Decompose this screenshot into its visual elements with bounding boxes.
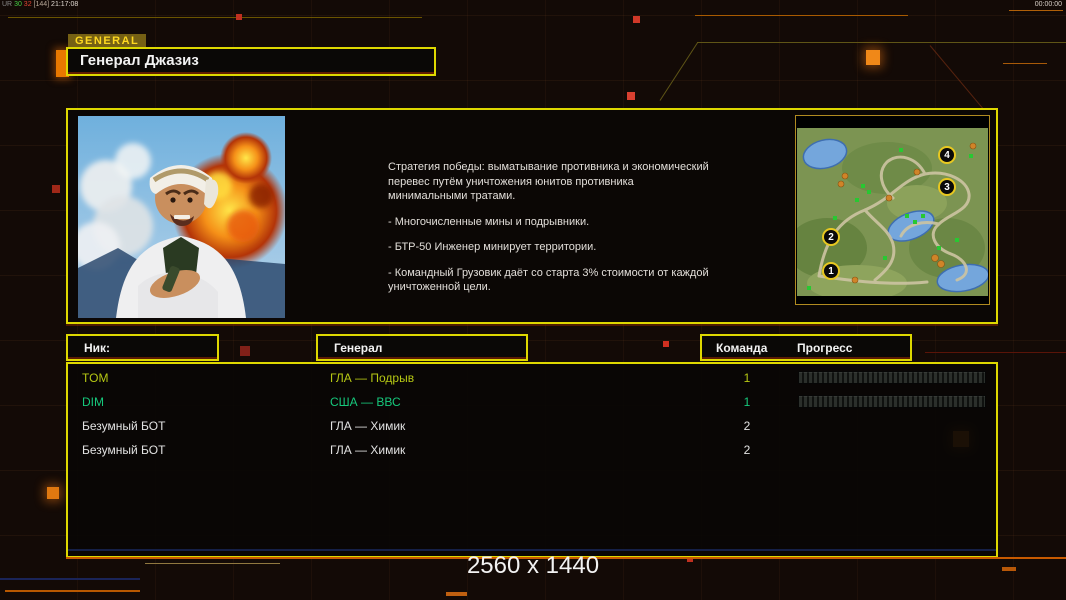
player-nick: Безумный БОТ (82, 414, 165, 438)
player-general: ГЛА — Химик (330, 414, 405, 438)
minimap-start-position-1: 1 (822, 262, 840, 280)
table-row: TOM ГЛА — Подрыв 1 (68, 366, 996, 390)
player-nick: Безумный БОТ (82, 438, 165, 462)
player-progress-bar (798, 395, 986, 408)
decor-line (0, 578, 140, 580)
nick-header-label: Ник: (84, 341, 110, 355)
column-header-nick: Ник: (66, 334, 219, 361)
decor-line (145, 563, 280, 564)
minimap-start-position-3: 3 (938, 178, 956, 196)
debug-segment: 30 (14, 1, 24, 8)
player-rows: TOM ГЛА — Подрыв 1 DIM США — ВВС 1 Безум… (68, 366, 996, 462)
decor-square (1002, 567, 1016, 571)
debug-segment: 21:17:08 (51, 1, 78, 8)
progress-header-label: Прогресс (797, 341, 852, 355)
player-team: 1 (707, 366, 787, 390)
decor-square (47, 487, 59, 499)
general-title-box: Генерал Джазиз (66, 47, 436, 76)
player-general: ГЛА — Химик (330, 438, 405, 462)
minimap: 1 2 3 4 (795, 115, 990, 305)
decor-square (240, 346, 250, 356)
decor-square (866, 50, 880, 65)
decor-square (633, 16, 640, 23)
decor-square (236, 14, 242, 20)
strategy-paragraph: - БТР-50 Инженер минирует территории. (388, 240, 712, 255)
decor-square (627, 92, 635, 100)
loading-screen: UR 30 32 [144] 21:17:08 00:00:00 GENERAL… (0, 0, 1066, 600)
column-header-general: Генерал (316, 334, 528, 361)
column-header-team-progress: Команда Прогресс (700, 334, 912, 361)
decor-square (663, 341, 669, 347)
minimap-start-position-4: 4 (938, 146, 956, 164)
decor-line (660, 42, 698, 100)
player-nick: TOM (82, 366, 108, 390)
decor-line (68, 549, 996, 551)
player-nick: DIM (82, 390, 104, 414)
strategy-paragraph: Стратегия победы: выматывание противника… (388, 160, 712, 204)
decor-line (697, 42, 1066, 43)
strategy-description: Стратегия победы: выматывание противника… (388, 160, 712, 306)
player-progress-bar (798, 371, 986, 384)
player-general: США — ВВС (330, 390, 401, 414)
decor-square (446, 592, 467, 596)
player-team: 2 (707, 414, 787, 438)
player-general: ГЛА — Подрыв (330, 366, 414, 390)
player-table-panel: TOM ГЛА — Подрыв 1 DIM США — ВВС 1 Безум… (66, 362, 998, 558)
table-row: Безумный БОТ ГЛА — Химик 2 (68, 414, 996, 438)
general-header-label: Генерал (334, 341, 382, 355)
decor-square (52, 185, 60, 193)
decor-line (695, 15, 908, 16)
game-timer: 00:00:00 (1035, 1, 1062, 8)
decor-line (1003, 63, 1047, 64)
page-title: Генерал Джазиз (80, 52, 434, 69)
decor-line (5, 590, 140, 592)
table-row: DIM США — ВВС 1 (68, 390, 996, 414)
resolution-label: 2560 x 1440 (400, 552, 666, 580)
strategy-paragraph: - Командный Грузовик даёт со старта 3% с… (388, 266, 712, 295)
player-team: 1 (707, 390, 787, 414)
debug-segment: UR (2, 1, 14, 8)
strategy-paragraph: - Многочисленные мины и подрывники. (388, 215, 712, 230)
general-info-panel: Стратегия победы: выматывание противника… (66, 108, 998, 324)
decor-line (925, 352, 1066, 353)
minimap-start-position-2: 2 (822, 228, 840, 246)
debug-segment: [144] (34, 1, 52, 8)
team-header-label: Команда (716, 341, 767, 355)
general-portrait-image (78, 116, 285, 318)
decor-line (8, 17, 422, 18)
table-row: Безумный БОТ ГЛА — Химик 2 (68, 438, 996, 462)
debug-segment: 32 (24, 1, 34, 8)
fps-debug-readout: UR 30 32 [144] 21:17:08 (2, 1, 78, 8)
decor-line (1009, 10, 1063, 11)
decor-line (930, 45, 989, 115)
player-team: 2 (707, 438, 787, 462)
